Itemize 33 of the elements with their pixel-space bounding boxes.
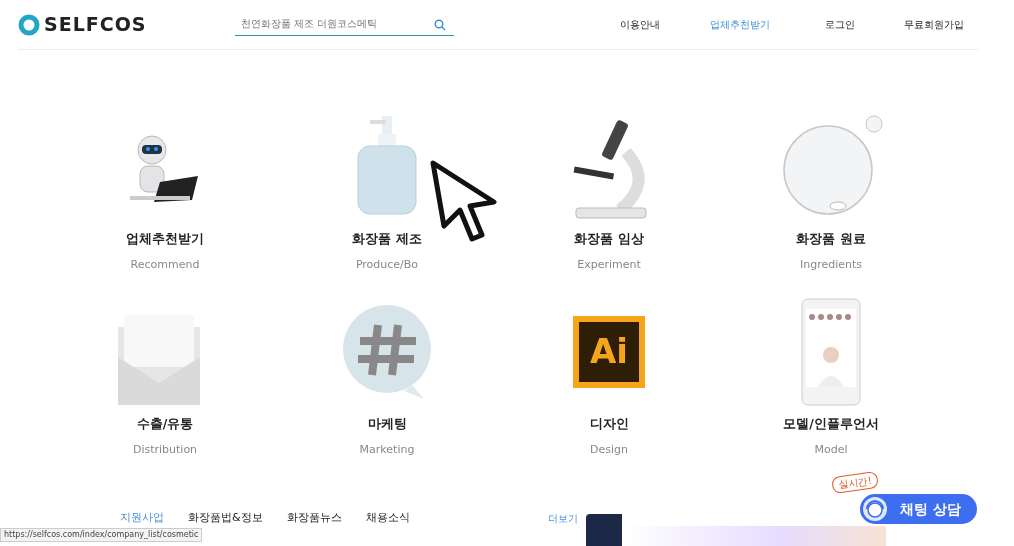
nav-link-item[interactable]: 업체추천받기 [690, 17, 790, 32]
nav-link-item[interactable]: 이용안내 [590, 17, 690, 32]
category-title[interactable]: 마케팅 [367, 415, 407, 434]
category-subtitle: Recommend [130, 256, 200, 273]
logo-icon [18, 13, 40, 36]
news-tab[interactable]: 화장품법&정보 [188, 510, 263, 527]
category-subtitle: Marketing [359, 442, 415, 458]
category-title[interactable]: 수출/유통 [136, 415, 194, 434]
category-subtitle: Design [590, 442, 628, 458]
category-title[interactable]: 업체추천받기 [126, 230, 204, 249]
banner-thumbnail [586, 514, 622, 546]
category-title[interactable]: 화장품 제조 [352, 230, 422, 249]
category-title[interactable]: 모델/인플루언서 [783, 415, 879, 434]
category-subtitle: Distribution [132, 442, 198, 458]
category-title[interactable]: 화장품 원료 [796, 230, 866, 249]
category-subtitle: Produce/Bo [355, 256, 419, 273]
category-subtitle: Model [814, 442, 848, 458]
ai-logo-icon: Ai [573, 316, 645, 389]
category-title[interactable]: 디자인 [589, 415, 629, 434]
cursor-icon [430, 160, 498, 242]
logo-text[interactable]: SELFCOS [44, 10, 147, 39]
headset-face-icon [862, 496, 888, 522]
news-tab[interactable]: 채용소식 [365, 510, 410, 527]
news-tab[interactable]: 화장품뉴스 [286, 510, 342, 527]
news-tab[interactable]: 지원사업 [120, 510, 164, 527]
category-subtitle: Experiment [577, 256, 641, 273]
category-subtitle: Ingredients [799, 256, 863, 273]
live-badge: 실시간! [831, 470, 879, 495]
nav-link-item[interactable]: 로그인 [790, 17, 890, 32]
status-url: https://selfcos.com/index/company_list/cosmetic [0, 528, 203, 542]
more-link[interactable]: 더보기 [548, 510, 578, 526]
nav-link-item[interactable]: 무료회원가입 [890, 17, 978, 32]
category-title[interactable]: 화장품 임상 [574, 230, 644, 249]
